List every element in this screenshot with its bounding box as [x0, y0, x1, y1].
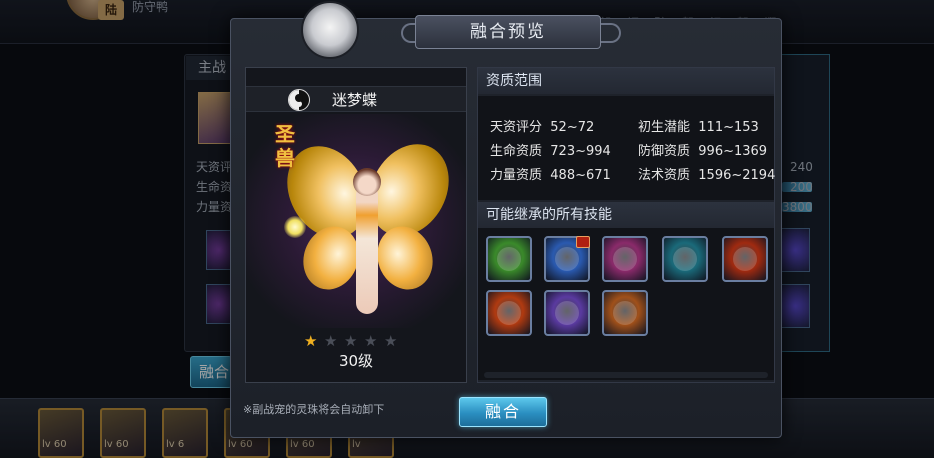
stat-initial-potential: 初生潜能 111~153 — [638, 116, 759, 135]
green-vortex-skill-icon[interactable] — [486, 236, 532, 282]
inheritable-skills-heading: 可能继承的所有技能 — [478, 202, 774, 228]
pet-preview-panel: 迷梦蝶 圣兽 ★ ★ ★ ★ ★ 30级 — [245, 67, 467, 383]
footer-note: ※副战宠的灵珠将会自动卸下 — [243, 403, 385, 416]
pet-name: 迷梦蝶 — [332, 91, 378, 109]
purple-demon-skill-icon[interactable] — [602, 236, 648, 282]
fairy-head — [353, 168, 381, 196]
skill-badge-icon — [576, 236, 590, 248]
dialog-title: 融合预览 — [415, 15, 601, 49]
yin-yang-icon — [288, 89, 310, 111]
stat-defense-aptitude: 防御资质 996~1369 — [638, 140, 767, 159]
red-shield-skill-icon[interactable] — [722, 236, 768, 282]
quality-stats: 天资评分 52~72 初生潜能 111~153 生命资质 723~994 防御资… — [478, 96, 775, 200]
pet-level: 30级 — [338, 352, 374, 370]
orange-fan-skill-icon[interactable] — [602, 290, 648, 336]
blue-swirl-skill-icon[interactable] — [544, 236, 590, 282]
fairy-figure — [356, 184, 378, 314]
stat-spell-aptitude: 法术资质 1596~2194 — [638, 164, 775, 183]
pet-name-bar: 迷梦蝶 — [246, 86, 466, 112]
close-button[interactable] — [301, 1, 359, 59]
star-rating: ★ ★ ★ ★ ★ — [304, 332, 414, 350]
butterfly-wing — [368, 218, 442, 298]
quality-range-heading: 资质范围 — [478, 68, 774, 94]
star-empty-icon: ★ — [384, 332, 398, 350]
teal-spirit-skill-icon[interactable] — [662, 236, 708, 282]
skills-grid — [478, 228, 774, 380]
stat-value: 996~1369 — [698, 144, 768, 159]
star-filled-icon: ★ — [304, 332, 318, 350]
skills-scrollbar[interactable] — [484, 372, 768, 378]
star-empty-icon: ★ — [324, 332, 338, 350]
stat-label: 防御资质 — [638, 144, 691, 159]
stat-health-aptitude: 生命资质 723~994 — [490, 140, 611, 159]
stat-label: 初生潜能 — [638, 120, 691, 135]
stat-strength-aptitude: 力量资质 488~671 — [490, 164, 611, 183]
violet-aura-skill-icon[interactable] — [544, 290, 590, 336]
fusion-preview-dialog: 融合预览 迷梦蝶 圣兽 ★ ★ ★ ★ ★ 30级 资质范围 天资评分 52~7… — [230, 1, 782, 438]
stat-label: 天资评分 — [490, 120, 543, 135]
star-empty-icon: ★ — [364, 332, 378, 350]
stat-value: 52~72 — [550, 120, 595, 135]
stat-aptitude-score: 天资评分 52~72 — [490, 116, 594, 135]
holy-beast-seal: 圣兽 — [275, 122, 295, 170]
stat-label: 生命资质 — [490, 144, 543, 159]
stat-value: 1596~2194 — [698, 168, 776, 183]
stat-value: 488~671 — [550, 168, 611, 183]
fuse-button[interactable]: 融合 — [459, 397, 547, 427]
stat-value: 111~153 — [698, 120, 759, 135]
stat-label: 力量资质 — [490, 168, 543, 183]
pet-portrait: 圣兽 — [246, 114, 466, 328]
stat-value: 723~994 — [550, 144, 611, 159]
fire-beast-skill-icon[interactable] — [486, 290, 532, 336]
glow-orb — [284, 216, 306, 238]
star-empty-icon: ★ — [344, 332, 358, 350]
stat-label: 法术资质 — [638, 168, 691, 183]
pet-info-panel: 资质范围 天资评分 52~72 初生潜能 111~153 生命资质 723~99… — [477, 67, 775, 383]
